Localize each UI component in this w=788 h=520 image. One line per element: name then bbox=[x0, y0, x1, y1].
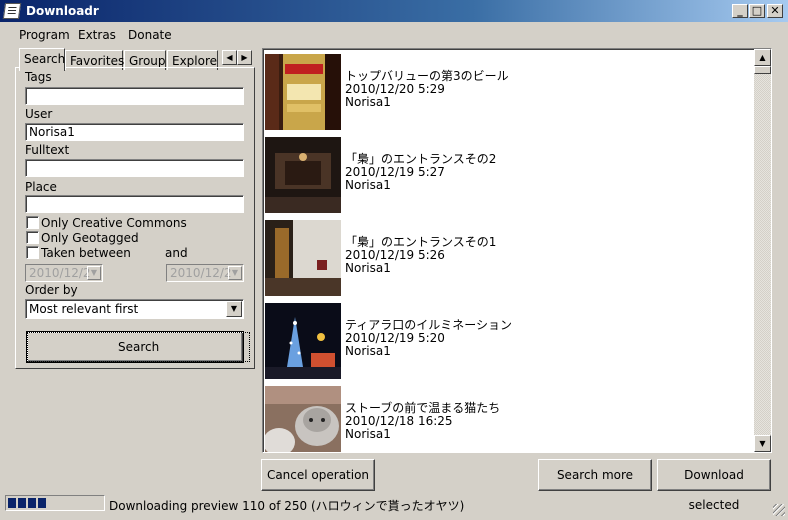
list-item[interactable]: ティアラ口のイルミネーション 2010/12/19 5:20 Norisa1 bbox=[265, 303, 755, 379]
menu-program[interactable]: Program bbox=[19, 28, 70, 42]
progress-bar bbox=[5, 495, 105, 511]
minimize-button[interactable]: _ bbox=[732, 4, 748, 18]
status-bar: Downloading preview 110 of 250 (ハロウィンで貰っ… bbox=[0, 493, 788, 519]
order-by-select[interactable]: Most relevant first ▼ bbox=[25, 299, 244, 319]
only-creative-commons-label: Only Creative Commons bbox=[41, 216, 187, 230]
list-item[interactable]: トップバリューの第3のビール 2010/12/20 5:29 Norisa1 bbox=[265, 54, 755, 130]
progress-block bbox=[18, 498, 26, 508]
chevron-down-icon: ▼ bbox=[228, 266, 242, 280]
taken-between-checkbox[interactable] bbox=[26, 246, 39, 259]
order-by-value: Most relevant first bbox=[29, 302, 139, 316]
scroll-up-button[interactable]: ▲ bbox=[754, 49, 771, 66]
only-creative-commons-checkbox[interactable] bbox=[26, 216, 39, 229]
status-text: Downloading preview 110 of 250 (ハロウィンで貰っ… bbox=[109, 499, 465, 513]
close-button[interactable]: ✕ bbox=[767, 4, 783, 18]
scroll-down-button[interactable]: ▼ bbox=[754, 435, 771, 452]
menu-extras[interactable]: Extras bbox=[78, 28, 116, 42]
list-item[interactable]: ストーブの前で温まる猫たち 2010/12/18 16:25 Norisa1 bbox=[265, 386, 755, 452]
chevron-down-icon: ▼ bbox=[87, 266, 101, 280]
only-geotagged-label: Only Geotagged bbox=[41, 231, 139, 245]
chevron-down-icon: ▼ bbox=[226, 301, 242, 317]
and-label: and bbox=[165, 246, 188, 260]
fulltext-input[interactable] bbox=[25, 159, 244, 177]
thumbnail-cats bbox=[265, 386, 341, 452]
item-user: Norisa1 bbox=[345, 261, 391, 275]
thumbnail-illumination bbox=[265, 303, 341, 379]
tab-search[interactable]: Search bbox=[19, 48, 65, 71]
results-scrollbar[interactable]: ▲ ▼ bbox=[754, 49, 771, 452]
tags-label: Tags bbox=[25, 70, 52, 84]
date-to-picker[interactable]: 2010/12/2 ▼ bbox=[166, 264, 244, 282]
tags-input[interactable] bbox=[25, 87, 244, 105]
item-user: Norisa1 bbox=[345, 344, 391, 358]
only-geotagged-checkbox[interactable] bbox=[26, 231, 39, 244]
resize-grip-icon[interactable] bbox=[773, 504, 785, 516]
user-label: User bbox=[25, 107, 53, 121]
search-button[interactable]: Search bbox=[26, 331, 251, 363]
cancel-operation-button[interactable]: Cancel operation bbox=[261, 459, 375, 491]
scroll-thumb[interactable] bbox=[754, 66, 771, 74]
order-by-label: Order by bbox=[25, 283, 78, 297]
list-item[interactable]: 「梟」のエントランスその1 2010/12/19 5:26 Norisa1 bbox=[265, 220, 755, 296]
progress-block bbox=[28, 498, 36, 508]
menu-bar: Program Extras Donate bbox=[0, 22, 788, 44]
search-button-label: Search bbox=[27, 332, 251, 362]
date-from-value: 2010/12/2 bbox=[29, 266, 91, 280]
item-user: Norisa1 bbox=[345, 427, 391, 441]
tab-scroll-right-button[interactable]: ▶ bbox=[237, 50, 252, 65]
thumbnail-beer-can bbox=[265, 54, 341, 130]
list-item[interactable]: 「梟」のエントランスその2 2010/12/19 5:27 Norisa1 bbox=[265, 137, 755, 213]
menu-donate[interactable]: Donate bbox=[128, 28, 172, 42]
tab-scroll-left-button[interactable]: ◀ bbox=[222, 50, 237, 65]
progress-block bbox=[38, 498, 46, 508]
app-icon bbox=[2, 3, 22, 19]
maximize-button[interactable]: □ bbox=[749, 4, 765, 18]
item-user: Norisa1 bbox=[345, 178, 391, 192]
thumbnail-entrance-2 bbox=[265, 137, 341, 213]
date-from-picker[interactable]: 2010/12/2 ▼ bbox=[25, 264, 103, 282]
window-title: Downloadr bbox=[26, 4, 99, 18]
thumbnail-entrance-1 bbox=[265, 220, 341, 296]
fulltext-label: Fulltext bbox=[25, 143, 70, 157]
place-input[interactable] bbox=[25, 195, 244, 213]
title-bar: Downloadr _ □ ✕ bbox=[0, 0, 788, 22]
download-selected-button[interactable]: Download selected bbox=[657, 459, 771, 512]
user-input[interactable]: Norisa1 bbox=[25, 123, 244, 141]
results-list[interactable]: トップバリューの第3のビール 2010/12/20 5:29 Norisa1 「… bbox=[262, 48, 772, 453]
item-user: Norisa1 bbox=[345, 95, 391, 109]
taken-between-label: Taken between bbox=[41, 246, 131, 260]
date-to-value: 2010/12/2 bbox=[170, 266, 232, 280]
place-label: Place bbox=[25, 180, 57, 194]
progress-block bbox=[8, 498, 16, 508]
search-more-button[interactable]: Search more bbox=[538, 459, 652, 491]
